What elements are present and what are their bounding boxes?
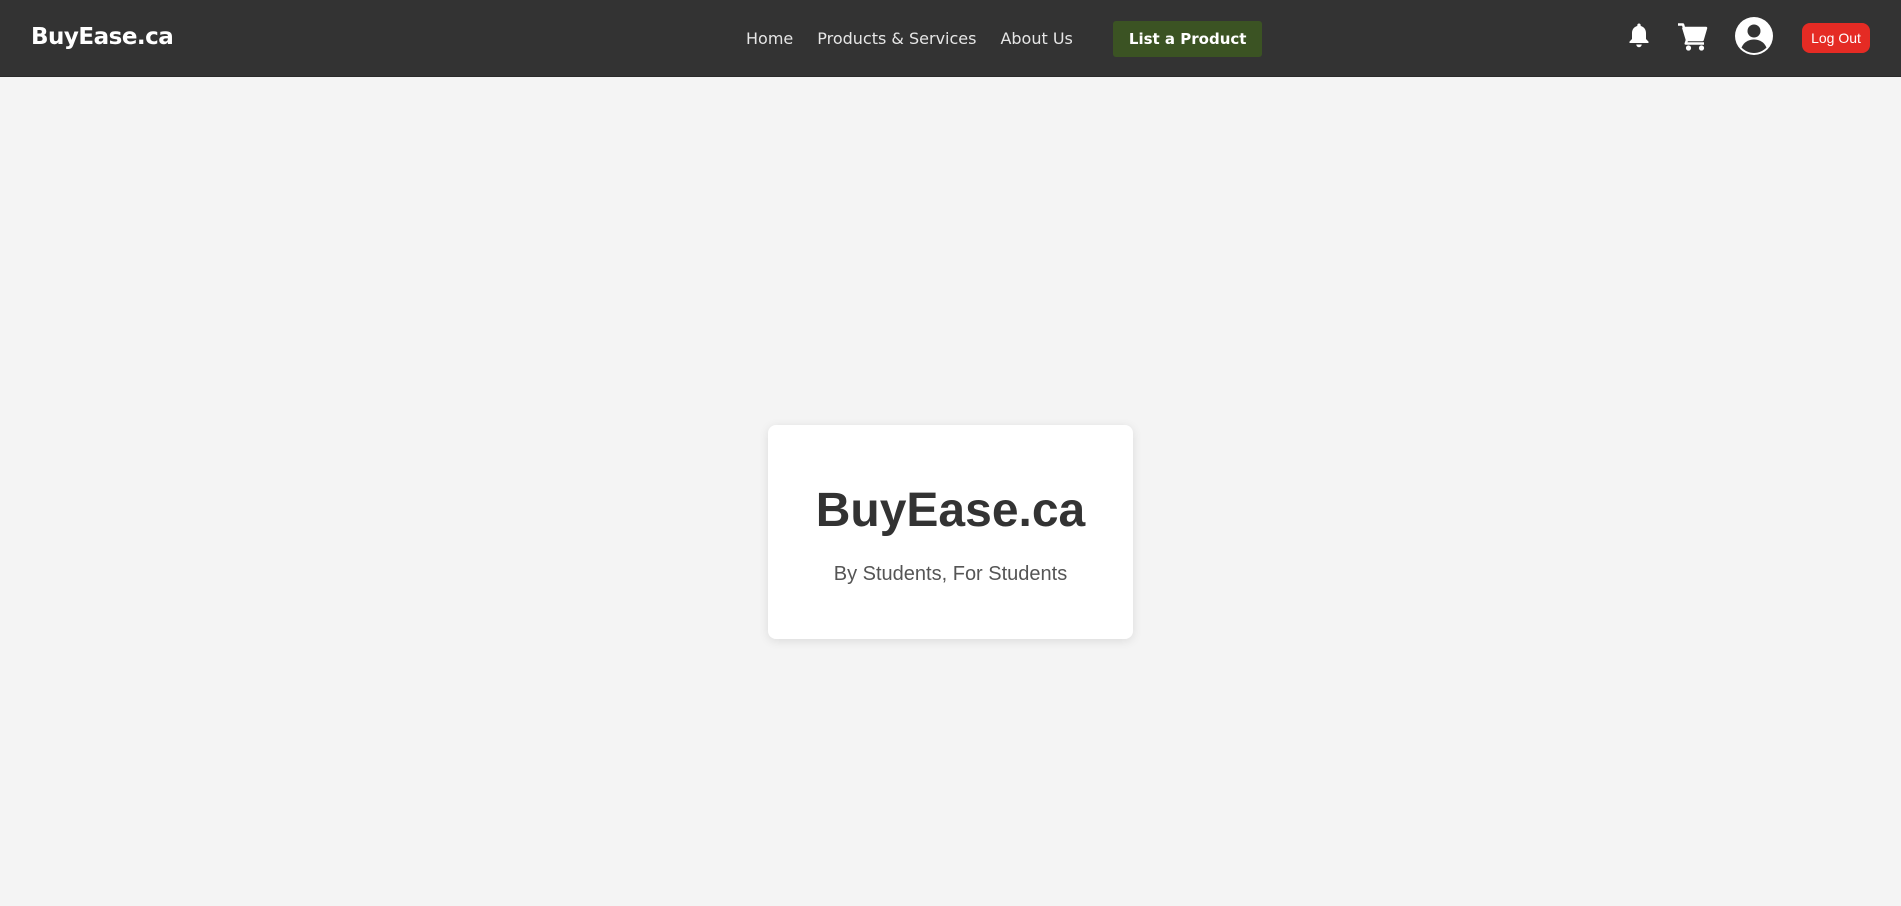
hero-title: BuyEase.ca (815, 484, 1086, 537)
cart-icon[interactable] (1676, 21, 1710, 53)
bell-icon[interactable] (1626, 20, 1652, 50)
hero-subtitle: By Students, For Students (833, 563, 1068, 585)
user-account-icon[interactable] (1734, 16, 1774, 56)
nav-link-home[interactable]: Home (746, 29, 793, 48)
brand-logo[interactable]: BuyEase.ca (31, 24, 174, 50)
list-product-button[interactable]: List a Product (1112, 20, 1263, 57)
nav-link-about-us[interactable]: About Us (1000, 29, 1072, 48)
main-nav: Home Products & Services About Us List a… (746, 0, 1263, 77)
logout-button[interactable]: Log Out (1802, 23, 1870, 53)
nav-link-products-services[interactable]: Products & Services (817, 29, 976, 48)
hero-card: BuyEase.ca By Students, For Students (768, 425, 1133, 639)
top-navbar: BuyEase.ca Home Products & Services Abou… (0, 0, 1901, 77)
